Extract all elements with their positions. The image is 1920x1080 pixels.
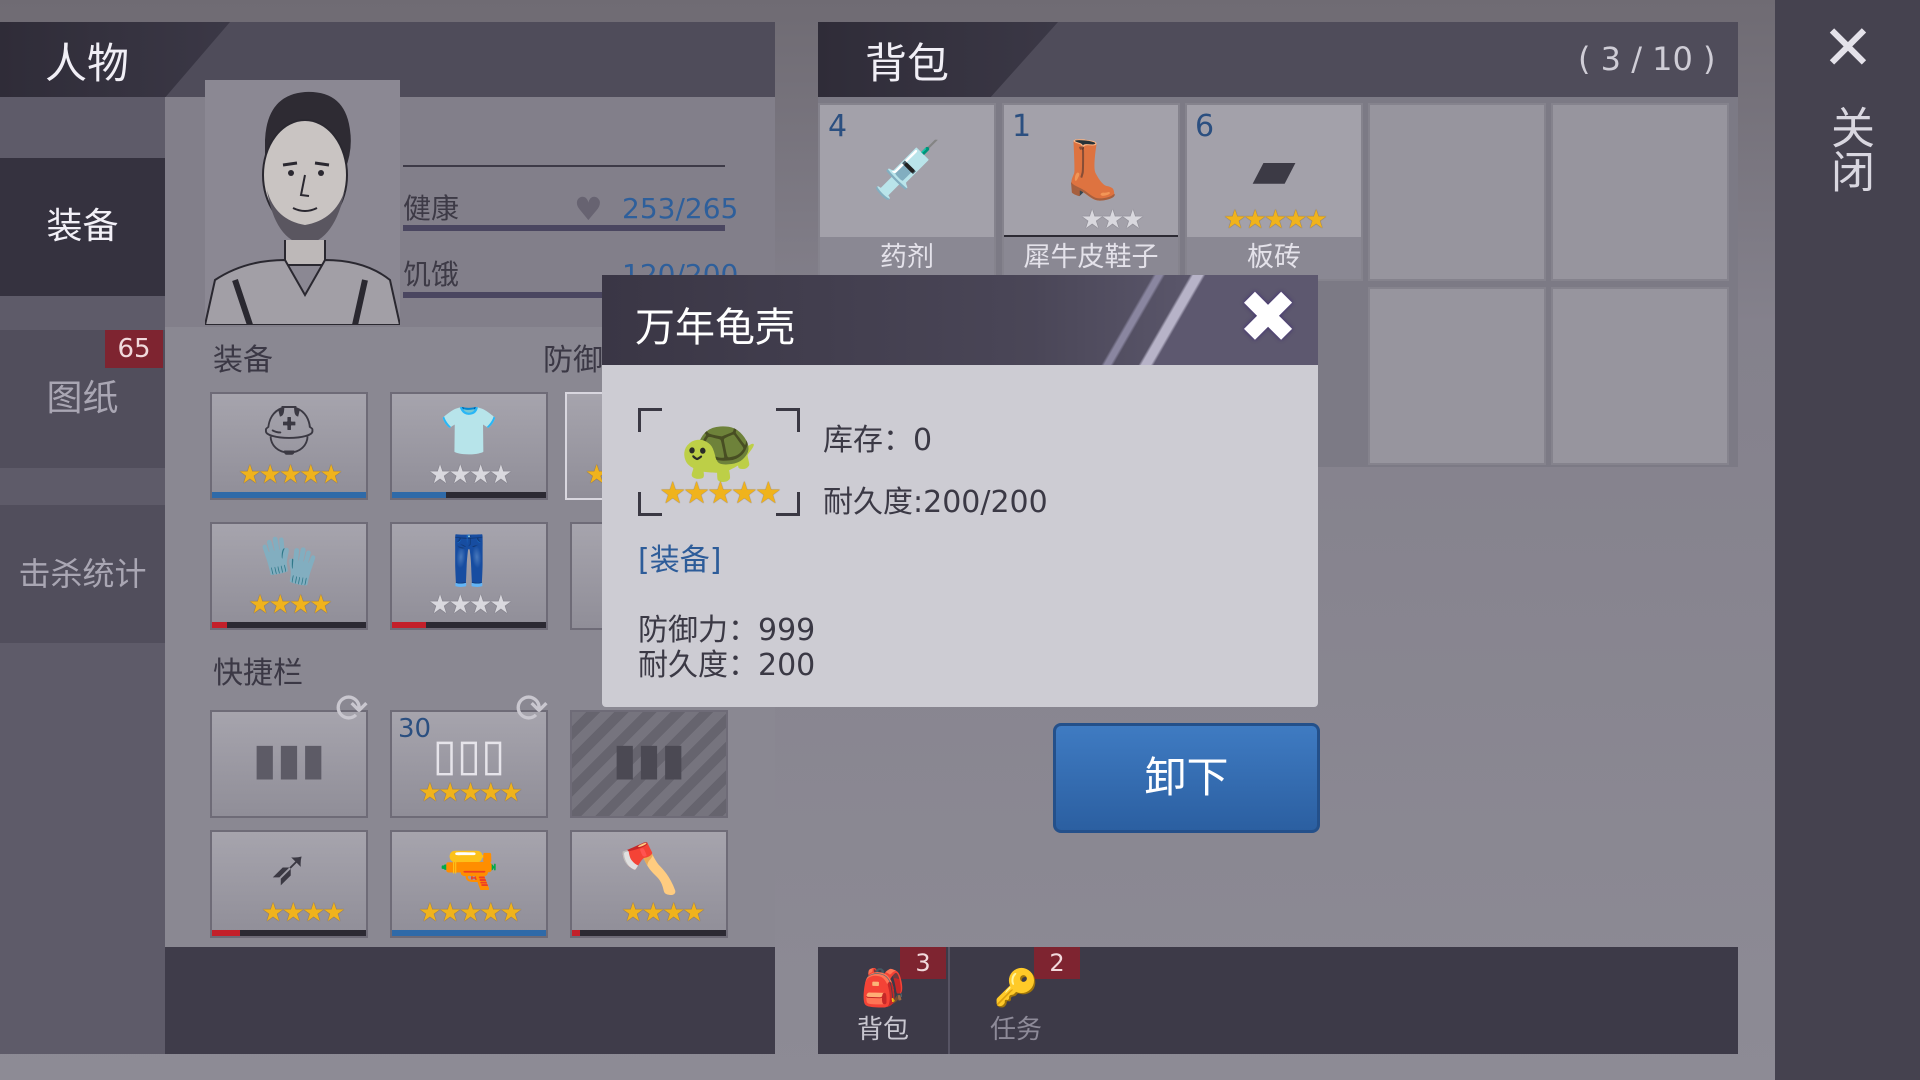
dialog-item-preview: 🐢 ★★★★★ (638, 408, 800, 516)
tab-quests[interactable]: 2 🔑 任务 (950, 947, 1082, 1054)
ammo-icon: ▮▮▮ (252, 734, 326, 785)
health-value: 253/265 (622, 192, 739, 225)
stats-divider (403, 165, 725, 167)
backpack-slot-empty[interactable] (1551, 103, 1729, 281)
star-rating: ★★★ (1080, 205, 1145, 235)
axe-icon: 🪓 (619, 841, 679, 897)
durability-bar (572, 930, 726, 936)
backpack-title: 背包 (865, 39, 950, 88)
ammo-icon: ▮▮▮ (612, 734, 686, 785)
dialog-title: 万年龟壳 (635, 305, 795, 351)
hotbar-slot-6[interactable]: 🪓 ★★★★ (570, 830, 728, 938)
durability-bar (392, 930, 546, 936)
tab-label: 任务 (989, 1015, 1042, 1045)
close-label[interactable]: 关闭 (1822, 105, 1874, 193)
helmet-icon: ⛑ (258, 403, 320, 459)
equip-slot-armor[interactable]: 👕 ★★★★ (390, 392, 548, 500)
durability-bar (212, 622, 366, 628)
syringe-icon: 💉 (872, 138, 942, 203)
close-icon[interactable]: ✕ (1822, 17, 1874, 79)
character-title: 人物 (45, 39, 130, 88)
equip-slot-partial[interactable]: ★ (565, 392, 608, 500)
item-name: 板砖 (1187, 237, 1361, 279)
character-panel-footer (165, 947, 775, 1054)
star-rating: ★★★★★ (418, 778, 523, 808)
nav-item-equipment[interactable]: 装备 (0, 158, 165, 296)
gloves-icon: 🧤 (259, 533, 319, 589)
star-rating: ★★★★ (261, 898, 345, 928)
backpack-slot-potion[interactable]: 4 💉 药剂 (818, 103, 996, 281)
nav-item-kill-stats[interactable]: 击杀统计 (0, 505, 165, 643)
jacket-icon: 👕 (439, 403, 499, 459)
backpack-icon: 🎒 (860, 968, 906, 1009)
ammo-icon: ▯▯▯ (432, 730, 506, 781)
item-name: 犀牛皮鞋子 (1004, 237, 1178, 279)
revolver-icon: 🔫 (439, 841, 499, 897)
unequip-button[interactable]: 卸下 (1053, 723, 1320, 833)
equip-slot-helmet[interactable]: ⛑ ★★★★★ (210, 392, 368, 500)
equip-slot-gloves[interactable]: 🧤 ★★★★ (210, 522, 368, 630)
star-rating: ★★★★ (621, 898, 705, 928)
equipment-section-title: 装备 (213, 343, 273, 378)
stock-text: 库存：0 (823, 423, 933, 458)
tab-backpack[interactable]: 3 🎒 背包 (818, 947, 950, 1054)
star-rating: ★★★★ (428, 590, 512, 620)
hotbar-slot-4[interactable]: ➶ ★★★★ (210, 830, 368, 938)
key-icon: 🔑 (993, 968, 1039, 1009)
durability-bar (212, 492, 366, 498)
tab-label: 背包 (856, 1015, 909, 1045)
boots-icon: 👢 (1056, 138, 1126, 203)
hotbar-slot-3-locked: ▮▮▮ (570, 710, 728, 818)
durability-stat: 耐久度：200 (638, 648, 816, 683)
durability-bar (392, 492, 546, 498)
item-name: 药剂 (820, 237, 994, 279)
crossbow-icon: ➶ (268, 840, 310, 896)
durability-text: 耐久度:200/200 (823, 485, 1048, 520)
equip-slot-pants[interactable]: 👖 ★★★★ (390, 522, 548, 630)
swap-icon[interactable]: ⟳ (335, 686, 369, 732)
backpack-slot-empty[interactable] (1368, 287, 1546, 465)
pants-icon: 👖 (439, 533, 499, 589)
durability-bar (392, 622, 546, 628)
defense-label: 防御 (543, 343, 603, 378)
durability-bar (212, 930, 366, 936)
star-rating: ★★★★★ (418, 898, 523, 928)
health-bar (403, 225, 725, 231)
hunger-label: 饥饿 (403, 258, 460, 291)
backpack-slot-empty[interactable] (1368, 103, 1546, 281)
backpack-capacity: ( 3 / 10 ) (1578, 40, 1716, 78)
health-label: 健康 (403, 192, 460, 225)
equip-slot-partial-2[interactable] (570, 522, 605, 630)
item-type-link[interactable]: [装备] (638, 535, 721, 579)
heart-icon: ♥ (574, 190, 603, 228)
star-rating: ★★★★ (428, 460, 512, 490)
swap-icon[interactable]: ⟳ (515, 686, 549, 732)
backpack-slot-empty[interactable] (1551, 287, 1729, 465)
brick-icon: ▰ (1252, 137, 1296, 202)
blueprints-badge: 65 (105, 330, 163, 368)
star-rating: ★★★★★ (1223, 205, 1328, 235)
hotbar-slot-5[interactable]: 🔫 ★★★★★ (390, 830, 548, 938)
star-rating: ★★★★★ (659, 476, 781, 511)
dialog-close-icon[interactable]: ✖ (1233, 281, 1303, 353)
backpack-slot-boots[interactable]: 1 👢 ★★★ 犀牛皮鞋子 (1002, 103, 1180, 281)
character-portrait (205, 80, 400, 325)
backpack-slot-brick[interactable]: 6 ▰ ★★★★★ 板砖 (1185, 103, 1363, 281)
star-rating: ★★★★★ (238, 460, 343, 490)
star-rating: ★★★★ (248, 590, 332, 620)
hotbar-section-title: 快捷栏 (213, 656, 303, 691)
